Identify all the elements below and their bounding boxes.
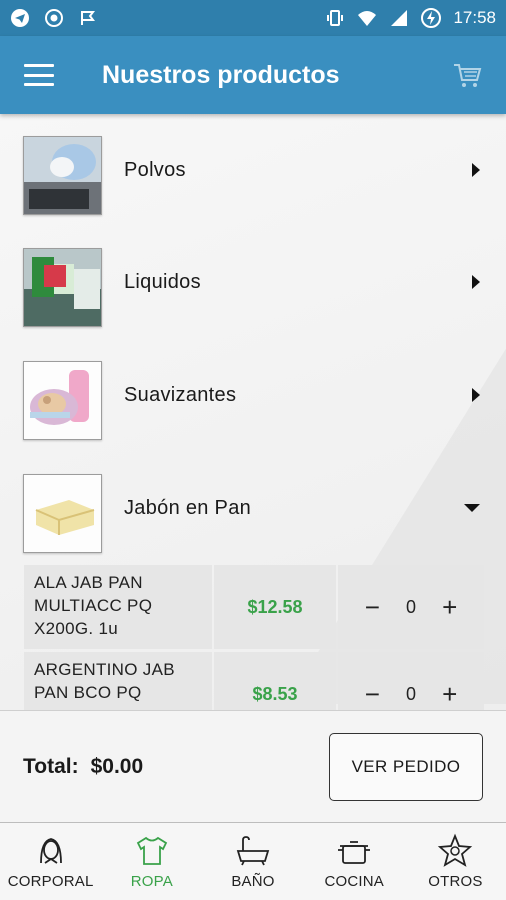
nav-item-cocina[interactable]: COCINA (304, 823, 405, 900)
nav-item-bano[interactable]: BAÑO (202, 823, 303, 900)
product-name: ARGENTINO JAB PAN BCO PQ (24, 652, 212, 710)
increase-button[interactable]: + (435, 681, 465, 707)
status-bar: 17:58 (0, 0, 506, 36)
category-label: Liquidos (124, 270, 201, 293)
chevron-right-icon (472, 388, 480, 402)
category-label: Suavizantes (124, 383, 237, 406)
nav-item-ropa[interactable]: ROPA (101, 823, 202, 900)
shirt-icon (136, 836, 167, 865)
flag-check-icon (81, 11, 95, 25)
menu-icon[interactable] (24, 64, 54, 86)
product-price: $8.53 (214, 652, 336, 710)
status-time: 17:58 (453, 8, 496, 27)
category-thumbnail (23, 136, 102, 215)
category-label: Polvos (124, 158, 186, 181)
category-polvos[interactable]: Polvos (0, 114, 506, 226)
nav-label: COCINA (324, 873, 384, 890)
category-label: Jabón en Pan (124, 496, 252, 519)
chevron-right-icon (472, 275, 480, 289)
decrease-button[interactable]: − (357, 681, 387, 707)
wifi-icon (358, 11, 377, 26)
battery-charging-icon (421, 8, 442, 28)
telegram-icon (11, 9, 29, 27)
category-suavizantes[interactable]: Suavizantes (0, 339, 506, 451)
category-thumbnail (23, 248, 102, 327)
chevron-right-icon (472, 163, 480, 177)
vibrate-icon (327, 10, 344, 26)
pot-icon (338, 841, 371, 864)
star-icon (438, 833, 473, 867)
category-thumbnail (23, 361, 102, 440)
bottom-nav: CORPORAL ROPA BAÑO COCINA OTROS (0, 822, 506, 900)
product-table: ALA JAB PAN MULTIACC PQ X200G. 1u $12.58… (24, 565, 484, 710)
app-bar: Nuestros productos (0, 36, 506, 114)
category-thumbnail (23, 474, 102, 553)
product-list[interactable]: Polvos Liquidos Suavizantes Jabón en Pan… (0, 114, 506, 710)
nav-label: CORPORAL (7, 873, 94, 890)
nav-label: OTROS (428, 873, 483, 890)
decrease-button[interactable]: − (357, 594, 387, 620)
quantity-stepper: − 0 + (338, 652, 484, 710)
total-label: Total: (23, 754, 79, 778)
total-value: $0.00 (90, 754, 144, 778)
target-icon (45, 9, 63, 27)
category-liquidos[interactable]: Liquidos (0, 226, 506, 338)
order-footer: Total: $0.00 VER PEDIDO (0, 710, 506, 822)
view-order-button[interactable]: VER PEDIDO (329, 732, 483, 801)
quantity-value: 0 (405, 683, 416, 704)
quantity-value: 0 (405, 596, 416, 617)
quantity-stepper: − 0 + (338, 565, 484, 649)
cart-icon[interactable] (452, 61, 482, 89)
nav-label: BAÑO (231, 873, 275, 890)
product-price: $12.58 (214, 565, 336, 649)
product-row: ALA JAB PAN MULTIACC PQ X200G. 1u $12.58… (24, 565, 484, 649)
signal-icon (391, 10, 408, 26)
increase-button[interactable]: + (435, 594, 465, 620)
bathtub-icon (236, 836, 270, 866)
nav-item-otros[interactable]: OTROS (405, 823, 506, 900)
category-jabon-en-pan[interactable]: Jabón en Pan (0, 452, 506, 564)
product-row: ARGENTINO JAB PAN BCO PQ $8.53 − 0 + (24, 652, 484, 710)
page-title: Nuestros productos (102, 60, 340, 89)
person-icon (39, 838, 62, 864)
nav-item-corporal[interactable]: CORPORAL (0, 823, 101, 900)
product-name: ALA JAB PAN MULTIACC PQ X200G. 1u (24, 565, 212, 649)
nav-label: ROPA (130, 873, 173, 890)
chevron-down-icon (464, 504, 480, 512)
